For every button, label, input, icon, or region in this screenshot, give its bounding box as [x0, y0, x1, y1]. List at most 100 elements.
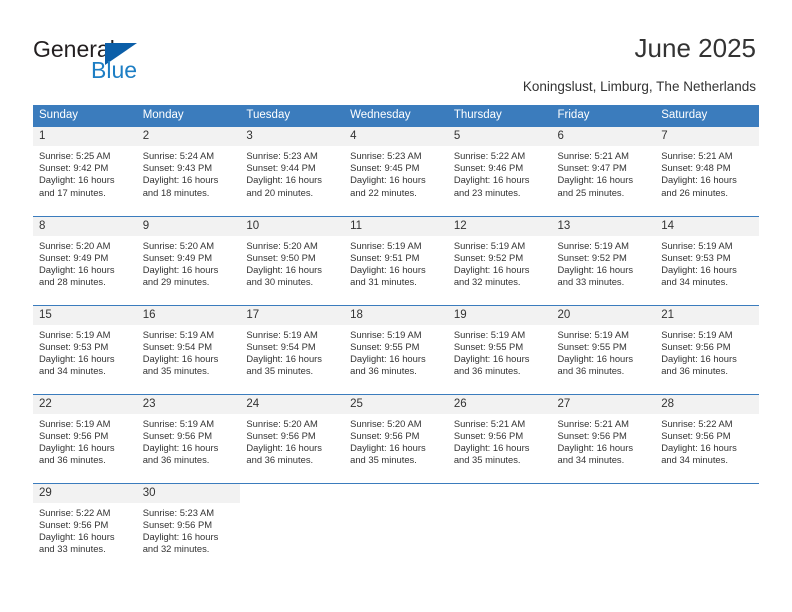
sunset-text: Sunset: 9:48 PM [661, 162, 731, 174]
sunrise-text: Sunrise: 5:19 AM [246, 328, 318, 340]
daylight-text-line1: Daylight: 16 hours [39, 441, 115, 453]
day-cell[interactable]: 18 Sunrise: 5:19 AM Sunset: 9:55 PM Dayl… [344, 304, 448, 394]
day-cell[interactable]: 20 Sunrise: 5:19 AM Sunset: 9:55 PM Dayl… [551, 304, 656, 394]
sunset-text: Sunset: 9:55 PM [557, 340, 627, 352]
column-header-monday: Monday [136, 105, 241, 127]
day-details: Sunrise: 5:20 AM Sunset: 9:56 PM Dayligh… [344, 414, 448, 467]
day-details: Sunrise: 5:21 AM Sunset: 9:56 PM Dayligh… [552, 414, 656, 467]
day-cell[interactable]: 11 Sunrise: 5:19 AM Sunset: 9:51 PM Dayl… [344, 215, 448, 305]
page-title: June 2025 [634, 33, 756, 63]
sunrise-text: Sunrise: 5:19 AM [39, 328, 111, 340]
sunrise-text: Sunrise: 5:20 AM [39, 239, 111, 251]
daylight-text-line2: and 36 minutes. [350, 365, 417, 377]
day-details: Sunrise: 5:19 AM Sunset: 9:51 PM Dayligh… [344, 236, 448, 289]
column-header-thursday: Thursday [447, 105, 552, 127]
daylight-text-line1: Daylight: 16 hours [39, 174, 115, 186]
day-cell[interactable]: 25 Sunrise: 5:20 AM Sunset: 9:56 PM Dayl… [344, 393, 448, 483]
column-header-saturday: Saturday [655, 105, 759, 127]
daylight-text-line2: and 35 minutes. [142, 365, 210, 377]
day-cell[interactable]: 6 Sunrise: 5:21 AM Sunset: 9:47 PM Dayli… [551, 127, 656, 216]
day-cell[interactable]: 2 Sunrise: 5:24 AM Sunset: 9:43 PM Dayli… [136, 127, 241, 216]
day-cell[interactable]: 1 Sunrise: 5:25 AM Sunset: 9:42 PM Dayli… [33, 127, 137, 216]
daylight-text-line2: and 36 minutes. [453, 365, 521, 377]
daylight-text-line2: and 35 minutes. [246, 365, 314, 377]
day-details: Sunrise: 5:23 AM Sunset: 9:56 PM Dayligh… [137, 503, 241, 556]
calendar-week-row: 22 Sunrise: 5:19 AM Sunset: 9:56 PM Dayl… [33, 393, 759, 483]
day-cell[interactable]: 22 Sunrise: 5:19 AM Sunset: 9:56 PM Dayl… [33, 393, 137, 483]
daylight-text-line1: Daylight: 16 hours [350, 352, 426, 364]
daylight-text-line1: Daylight: 16 hours [661, 263, 737, 275]
day-number: 2 [136, 127, 241, 146]
day-cell[interactable]: 14 Sunrise: 5:19 AM Sunset: 9:53 PM Dayl… [655, 215, 759, 305]
day-cell[interactable]: 24 Sunrise: 5:20 AM Sunset: 9:56 PM Dayl… [240, 393, 345, 483]
day-details: Sunrise: 5:20 AM Sunset: 9:49 PM Dayligh… [137, 236, 241, 289]
day-details: Sunrise: 5:20 AM Sunset: 9:49 PM Dayligh… [33, 236, 137, 289]
sunrise-text: Sunrise: 5:19 AM [661, 239, 733, 251]
day-details: Sunrise: 5:21 AM Sunset: 9:56 PM Dayligh… [448, 414, 552, 467]
daylight-text-line1: Daylight: 16 hours [142, 352, 219, 364]
day-number: 27 [551, 394, 656, 414]
day-cell[interactable]: 23 Sunrise: 5:19 AM Sunset: 9:56 PM Dayl… [136, 393, 241, 483]
day-details: Sunrise: 5:19 AM Sunset: 9:53 PM Dayligh… [33, 325, 137, 378]
sunset-text: Sunset: 9:56 PM [661, 340, 731, 352]
day-details: Sunrise: 5:19 AM Sunset: 9:52 PM Dayligh… [552, 236, 656, 289]
day-details: Sunrise: 5:22 AM Sunset: 9:46 PM Dayligh… [448, 146, 552, 199]
sunset-text: Sunset: 9:53 PM [39, 340, 109, 352]
day-cell[interactable]: 17 Sunrise: 5:19 AM Sunset: 9:54 PM Dayl… [240, 304, 345, 394]
day-number: 16 [136, 305, 241, 325]
page-subtitle: Koningslust, Limburg, The Netherlands [522, 79, 756, 94]
daylight-text-line2: and 33 minutes. [557, 276, 625, 288]
day-cell[interactable]: 12 Sunrise: 5:19 AM Sunset: 9:52 PM Dayl… [447, 215, 552, 305]
day-number: 18 [344, 305, 448, 325]
day-details: Sunrise: 5:19 AM Sunset: 9:55 PM Dayligh… [552, 325, 656, 378]
daylight-text-line2: and 34 minutes. [661, 454, 728, 466]
day-number: 19 [447, 305, 552, 325]
daylight-text-line1: Daylight: 16 hours [453, 352, 530, 364]
sunset-text: Sunset: 9:47 PM [557, 162, 627, 174]
day-cell[interactable]: 9 Sunrise: 5:20 AM Sunset: 9:49 PM Dayli… [136, 215, 241, 305]
day-number: 20 [551, 305, 656, 325]
day-cell[interactable]: 26 Sunrise: 5:21 AM Sunset: 9:56 PM Dayl… [447, 393, 552, 483]
day-cell[interactable]: 30 Sunrise: 5:23 AM Sunset: 9:56 PM Dayl… [136, 482, 241, 572]
day-cell[interactable]: 4 Sunrise: 5:23 AM Sunset: 9:45 PM Dayli… [344, 127, 448, 216]
sunrise-text: Sunrise: 5:19 AM [661, 328, 733, 340]
day-cell[interactable]: 7 Sunrise: 5:21 AM Sunset: 9:48 PM Dayli… [655, 127, 759, 216]
day-number: 30 [136, 483, 241, 503]
daylight-text-line1: Daylight: 16 hours [557, 263, 634, 275]
daylight-text-line1: Daylight: 16 hours [453, 174, 530, 186]
day-number: 4 [344, 127, 448, 146]
day-cell[interactable]: 5 Sunrise: 5:22 AM Sunset: 9:46 PM Dayli… [447, 127, 552, 216]
sunset-text: Sunset: 9:50 PM [246, 251, 316, 263]
daylight-text-line1: Daylight: 16 hours [661, 441, 737, 453]
sunrise-text: Sunrise: 5:22 AM [661, 417, 733, 429]
calendar-header-row: Sunday Monday Tuesday Wednesday Thursday… [33, 105, 759, 127]
sunrise-text: Sunrise: 5:23 AM [142, 506, 215, 518]
day-cell[interactable]: 21 Sunrise: 5:19 AM Sunset: 9:56 PM Dayl… [655, 304, 759, 394]
empty-day-cell [240, 482, 345, 572]
day-cell[interactable]: 13 Sunrise: 5:19 AM Sunset: 9:52 PM Dayl… [551, 215, 656, 305]
sunrise-text: Sunrise: 5:19 AM [453, 328, 526, 340]
day-cell[interactable]: 27 Sunrise: 5:21 AM Sunset: 9:56 PM Dayl… [551, 393, 656, 483]
sunrise-text: Sunrise: 5:19 AM [557, 328, 629, 340]
day-cell[interactable]: 19 Sunrise: 5:19 AM Sunset: 9:55 PM Dayl… [447, 304, 552, 394]
daylight-text-line1: Daylight: 16 hours [453, 441, 530, 453]
day-number: 14 [655, 216, 759, 236]
sunrise-text: Sunrise: 5:25 AM [39, 150, 111, 161]
day-cell[interactable]: 3 Sunrise: 5:23 AM Sunset: 9:44 PM Dayli… [240, 127, 345, 216]
day-cell[interactable]: 16 Sunrise: 5:19 AM Sunset: 9:54 PM Dayl… [136, 304, 241, 394]
logo-text-blue: Blue [91, 57, 138, 83]
day-cell[interactable]: 15 Sunrise: 5:19 AM Sunset: 9:53 PM Dayl… [33, 304, 137, 394]
day-details: Sunrise: 5:19 AM Sunset: 9:55 PM Dayligh… [344, 325, 448, 378]
daylight-text-line2: and 34 minutes. [661, 276, 728, 288]
sunrise-text: Sunrise: 5:20 AM [350, 417, 422, 429]
column-header-sunday: Sunday [33, 105, 137, 127]
day-cell[interactable]: 29 Sunrise: 5:22 AM Sunset: 9:56 PM Dayl… [33, 482, 137, 572]
day-cell[interactable]: 28 Sunrise: 5:22 AM Sunset: 9:56 PM Dayl… [655, 393, 759, 483]
sunset-text: Sunset: 9:56 PM [39, 518, 109, 530]
daylight-text-line2: and 25 minutes. [557, 186, 625, 198]
day-cell[interactable]: 8 Sunrise: 5:20 AM Sunset: 9:49 PM Dayli… [33, 215, 137, 305]
sunrise-text: Sunrise: 5:19 AM [39, 417, 111, 429]
daylight-text-line1: Daylight: 16 hours [39, 263, 115, 275]
sunset-text: Sunset: 9:43 PM [142, 162, 213, 174]
day-cell[interactable]: 10 Sunrise: 5:20 AM Sunset: 9:50 PM Dayl… [240, 215, 345, 305]
